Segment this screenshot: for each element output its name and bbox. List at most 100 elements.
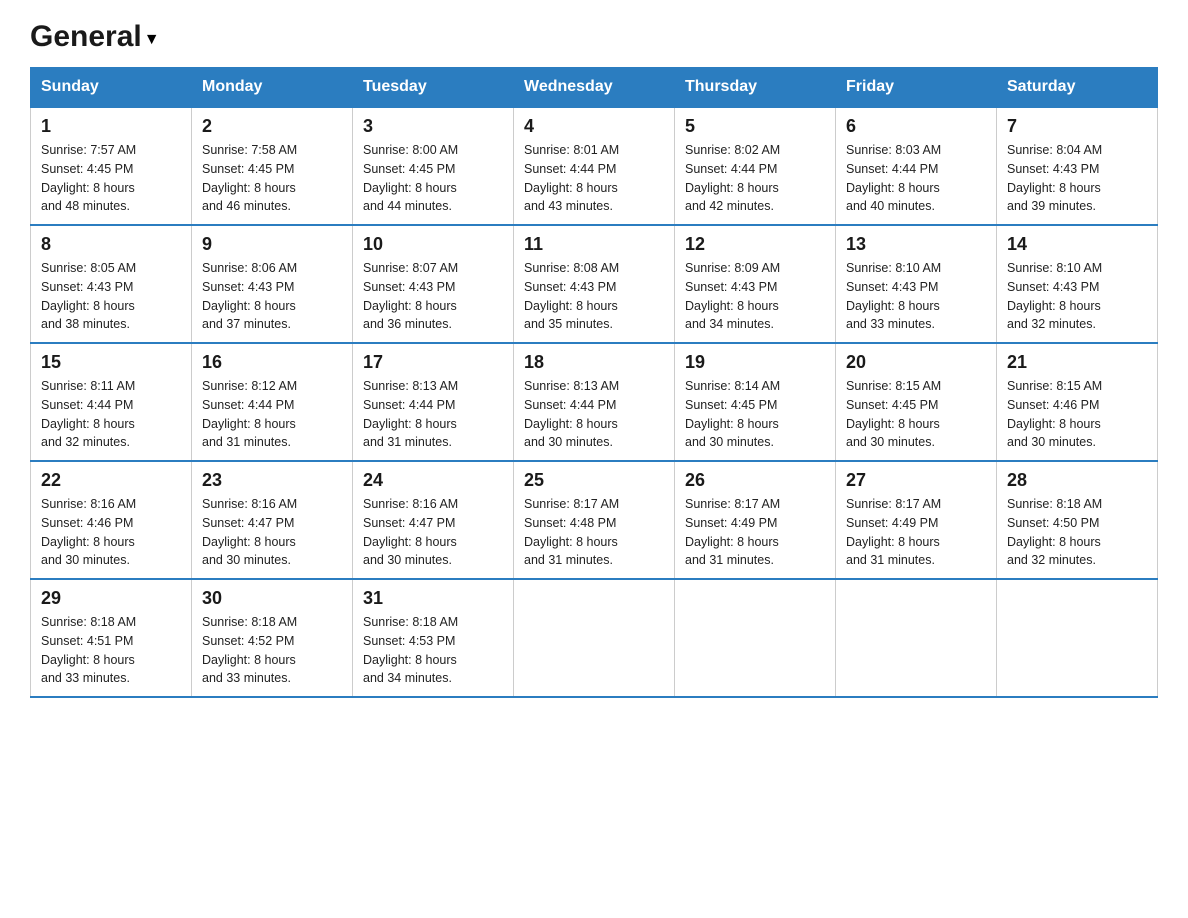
- calendar-cell: 4 Sunrise: 8:01 AMSunset: 4:44 PMDaylight…: [514, 107, 675, 225]
- calendar-cell: 1Sunrise: 7:57 AMSunset: 4:45 PMDaylight…: [31, 107, 192, 225]
- day-info: Sunrise: 8:18 AMSunset: 4:50 PMDaylight:…: [1007, 495, 1147, 570]
- calendar-cell: 30 Sunrise: 8:18 AMSunset: 4:52 PMDayligh…: [192, 579, 353, 697]
- day-number: 28: [1007, 470, 1147, 491]
- day-info: Sunrise: 8:07 AMSunset: 4:43 PMDaylight:…: [363, 259, 503, 334]
- week-row-5: 29 Sunrise: 8:18 AMSunset: 4:51 PMDayligh…: [31, 579, 1158, 697]
- day-info: Sunrise: 8:00 AMSunset: 4:45 PMDaylight:…: [363, 141, 503, 216]
- day-info: Sunrise: 8:01 AMSunset: 4:44 PMDaylight:…: [524, 141, 664, 216]
- week-row-1: 1Sunrise: 7:57 AMSunset: 4:45 PMDaylight…: [31, 107, 1158, 225]
- day-info: Sunrise: 7:58 AMSunset: 4:45 PMDaylight:…: [202, 141, 342, 216]
- day-info: Sunrise: 8:18 AMSunset: 4:51 PMDaylight:…: [41, 613, 181, 688]
- day-number: 16: [202, 352, 342, 373]
- calendar-cell: 8 Sunrise: 8:05 AMSunset: 4:43 PMDaylight…: [31, 225, 192, 343]
- day-info: Sunrise: 8:16 AMSunset: 4:46 PMDaylight:…: [41, 495, 181, 570]
- calendar-cell: 25 Sunrise: 8:17 AMSunset: 4:48 PMDayligh…: [514, 461, 675, 579]
- day-info: Sunrise: 8:15 AMSunset: 4:46 PMDaylight:…: [1007, 377, 1147, 452]
- calendar-cell: 11 Sunrise: 8:08 AMSunset: 4:43 PMDayligh…: [514, 225, 675, 343]
- calendar-cell: 19 Sunrise: 8:14 AMSunset: 4:45 PMDayligh…: [675, 343, 836, 461]
- calendar-cell: 21 Sunrise: 8:15 AMSunset: 4:46 PMDayligh…: [997, 343, 1158, 461]
- calendar-cell: 9 Sunrise: 8:06 AMSunset: 4:43 PMDaylight…: [192, 225, 353, 343]
- day-info: Sunrise: 8:17 AMSunset: 4:49 PMDaylight:…: [685, 495, 825, 570]
- day-number: 24: [363, 470, 503, 491]
- day-number: 29: [41, 588, 181, 609]
- calendar-cell: 23Sunrise: 8:16 AMSunset: 4:47 PMDayligh…: [192, 461, 353, 579]
- day-number: 6: [846, 116, 986, 137]
- day-number: 19: [685, 352, 825, 373]
- calendar-cell: 10 Sunrise: 8:07 AMSunset: 4:43 PMDayligh…: [353, 225, 514, 343]
- day-number: 22: [41, 470, 181, 491]
- day-info: Sunrise: 8:08 AMSunset: 4:43 PMDaylight:…: [524, 259, 664, 334]
- day-number: 5: [685, 116, 825, 137]
- logo-triangle-icon: ▼: [144, 31, 160, 49]
- day-info: Sunrise: 8:15 AMSunset: 4:45 PMDaylight:…: [846, 377, 986, 452]
- calendar-cell: 28 Sunrise: 8:18 AMSunset: 4:50 PMDayligh…: [997, 461, 1158, 579]
- day-number: 2: [202, 116, 342, 137]
- day-info: Sunrise: 8:06 AMSunset: 4:43 PMDaylight:…: [202, 259, 342, 334]
- calendar-cell: 22 Sunrise: 8:16 AMSunset: 4:46 PMDayligh…: [31, 461, 192, 579]
- day-number: 11: [524, 234, 664, 255]
- day-info: Sunrise: 8:13 AMSunset: 4:44 PMDaylight:…: [363, 377, 503, 452]
- calendar-cell: [675, 579, 836, 697]
- header-sunday: Sunday: [31, 68, 192, 108]
- day-info: Sunrise: 8:12 AMSunset: 4:44 PMDaylight:…: [202, 377, 342, 452]
- day-number: 15: [41, 352, 181, 373]
- day-number: 21: [1007, 352, 1147, 373]
- header-thursday: Thursday: [675, 68, 836, 108]
- day-number: 23: [202, 470, 342, 491]
- day-number: 14: [1007, 234, 1147, 255]
- calendar-cell: 2 Sunrise: 7:58 AMSunset: 4:45 PMDaylight…: [192, 107, 353, 225]
- day-info: Sunrise: 8:17 AMSunset: 4:49 PMDaylight:…: [846, 495, 986, 570]
- day-info: Sunrise: 8:13 AMSunset: 4:44 PMDaylight:…: [524, 377, 664, 452]
- calendar-cell: 27 Sunrise: 8:17 AMSunset: 4:49 PMDayligh…: [836, 461, 997, 579]
- day-number: 1: [41, 116, 181, 137]
- day-number: 9: [202, 234, 342, 255]
- day-number: 30: [202, 588, 342, 609]
- calendar-cell: 17Sunrise: 8:13 AMSunset: 4:44 PMDayligh…: [353, 343, 514, 461]
- calendar-cell: 29 Sunrise: 8:18 AMSunset: 4:51 PMDayligh…: [31, 579, 192, 697]
- header-row: SundayMondayTuesdayWednesdayThursdayFrid…: [31, 68, 1158, 108]
- calendar-cell: [997, 579, 1158, 697]
- logo-general-line: General▼: [30, 20, 160, 53]
- calendar-cell: 24 Sunrise: 8:16 AMSunset: 4:47 PMDayligh…: [353, 461, 514, 579]
- calendar-cell: 26 Sunrise: 8:17 AMSunset: 4:49 PMDayligh…: [675, 461, 836, 579]
- day-info: Sunrise: 8:18 AMSunset: 4:53 PMDaylight:…: [363, 613, 503, 688]
- calendar-cell: 14Sunrise: 8:10 AMSunset: 4:43 PMDayligh…: [997, 225, 1158, 343]
- day-info: Sunrise: 8:03 AMSunset: 4:44 PMDaylight:…: [846, 141, 986, 216]
- day-info: Sunrise: 8:11 AMSunset: 4:44 PMDaylight:…: [41, 377, 181, 452]
- day-number: 10: [363, 234, 503, 255]
- calendar-cell: 18 Sunrise: 8:13 AMSunset: 4:44 PMDayligh…: [514, 343, 675, 461]
- day-number: 25: [524, 470, 664, 491]
- day-number: 27: [846, 470, 986, 491]
- day-number: 18: [524, 352, 664, 373]
- day-number: 20: [846, 352, 986, 373]
- day-number: 4: [524, 116, 664, 137]
- day-info: Sunrise: 8:17 AMSunset: 4:48 PMDaylight:…: [524, 495, 664, 570]
- day-number: 13: [846, 234, 986, 255]
- calendar-cell: 16 Sunrise: 8:12 AMSunset: 4:44 PMDayligh…: [192, 343, 353, 461]
- week-row-3: 15 Sunrise: 8:11 AMSunset: 4:44 PMDayligh…: [31, 343, 1158, 461]
- calendar-cell: 5 Sunrise: 8:02 AMSunset: 4:44 PMDaylight…: [675, 107, 836, 225]
- calendar-cell: [836, 579, 997, 697]
- header-tuesday: Tuesday: [353, 68, 514, 108]
- calendar-cell: 31 Sunrise: 8:18 AMSunset: 4:53 PMDayligh…: [353, 579, 514, 697]
- header-wednesday: Wednesday: [514, 68, 675, 108]
- day-number: 8: [41, 234, 181, 255]
- day-info: Sunrise: 8:09 AMSunset: 4:43 PMDaylight:…: [685, 259, 825, 334]
- day-number: 31: [363, 588, 503, 609]
- day-info: Sunrise: 8:16 AMSunset: 4:47 PMDaylight:…: [363, 495, 503, 570]
- logo-general-text: General: [30, 20, 142, 53]
- day-info: Sunrise: 8:02 AMSunset: 4:44 PMDaylight:…: [685, 141, 825, 216]
- calendar-cell: [514, 579, 675, 697]
- day-info: Sunrise: 8:04 AMSunset: 4:43 PMDaylight:…: [1007, 141, 1147, 216]
- calendar-cell: 7Sunrise: 8:04 AMSunset: 4:43 PMDaylight…: [997, 107, 1158, 225]
- day-info: Sunrise: 8:05 AMSunset: 4:43 PMDaylight:…: [41, 259, 181, 334]
- day-info: Sunrise: 8:18 AMSunset: 4:52 PMDaylight:…: [202, 613, 342, 688]
- header-monday: Monday: [192, 68, 353, 108]
- week-row-2: 8 Sunrise: 8:05 AMSunset: 4:43 PMDaylight…: [31, 225, 1158, 343]
- day-number: 12: [685, 234, 825, 255]
- calendar-cell: 6 Sunrise: 8:03 AMSunset: 4:44 PMDaylight…: [836, 107, 997, 225]
- week-row-4: 22 Sunrise: 8:16 AMSunset: 4:46 PMDayligh…: [31, 461, 1158, 579]
- day-info: Sunrise: 8:14 AMSunset: 4:45 PMDaylight:…: [685, 377, 825, 452]
- calendar-table: SundayMondayTuesdayWednesdayThursdayFrid…: [30, 67, 1158, 698]
- day-number: 26: [685, 470, 825, 491]
